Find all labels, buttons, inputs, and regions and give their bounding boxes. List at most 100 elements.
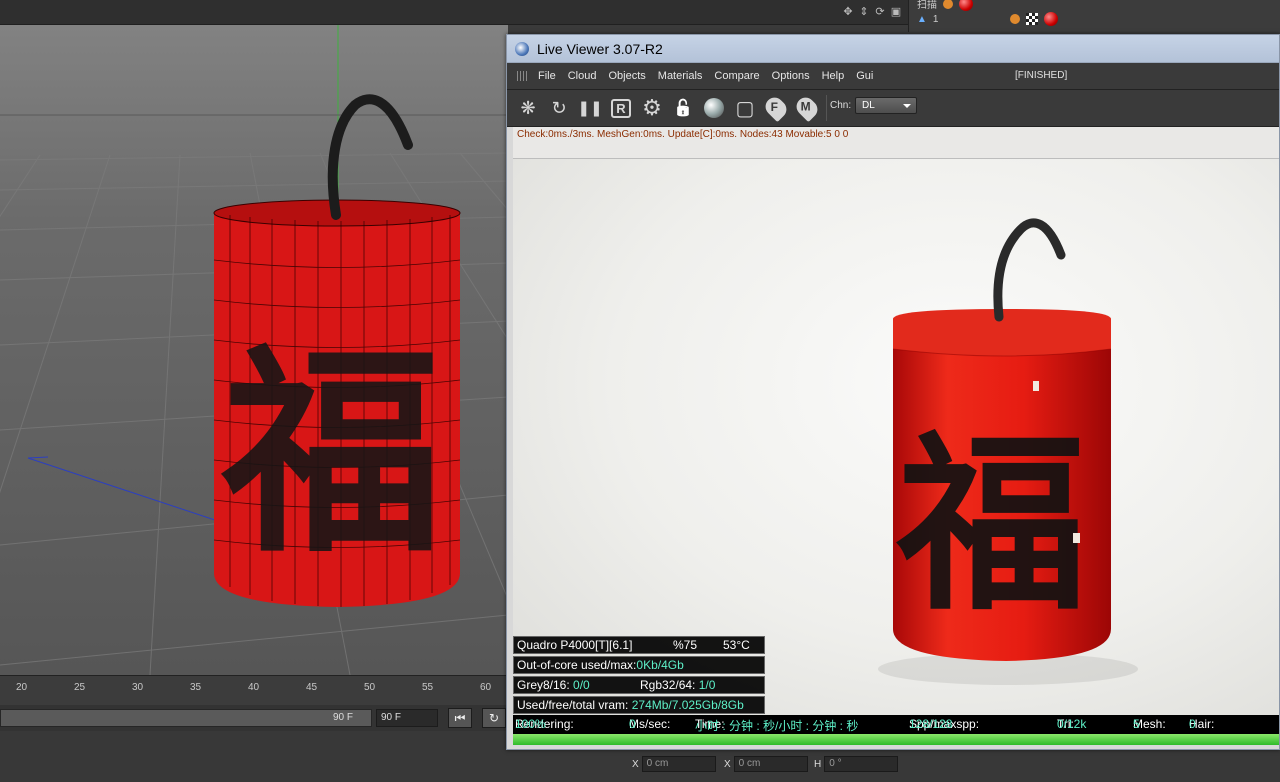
viewport-calligraphy: 福: [220, 323, 442, 582]
settings-gear-icon[interactable]: ⚙: [639, 95, 665, 121]
editor-viewport[interactable]: 福: [0, 25, 508, 675]
live-viewer-window: Live Viewer 3.07-R2 File Cloud Objects M…: [506, 34, 1280, 750]
timeline-tick: 50: [364, 682, 376, 693]
chevron-down-icon: [903, 104, 911, 108]
grey-value: 0/0: [573, 678, 590, 692]
ooc-value: 0Kb/4Gb: [636, 658, 684, 672]
material-tag-icon[interactable]: [1044, 12, 1059, 26]
tri-value: 0/12k: [1057, 717, 1087, 731]
material-picker-icon[interactable]: M: [792, 93, 822, 123]
menu-gui[interactable]: Gui: [856, 70, 873, 82]
loop-icon[interactable]: ↻: [482, 708, 506, 728]
frame-range-bar[interactable]: 90 F: [0, 709, 372, 727]
vram-value: 274Mb/7.025Gb/8Gb: [631, 698, 744, 712]
vram-row: Used/free/total vram: 274Mb/7.025Gb/8Gb: [513, 696, 765, 714]
pan-icon[interactable]: ⇕: [858, 6, 870, 18]
stats-info-line: Check:0ms./3ms. MeshGen:0ms. Update[C]:0…: [513, 127, 1279, 159]
grey-label: Grey8/16:: [517, 678, 574, 692]
render-statusbar: Rendering: 100% Ms/sec: 0 Time: 小时 : 分钟 …: [513, 715, 1279, 734]
z-axis-line: [27, 457, 231, 526]
render-status: [FINISHED]: [1015, 70, 1068, 81]
gpu-usage: %75: [673, 638, 698, 652]
send-scene-icon[interactable]: ❋: [515, 95, 541, 121]
render-view[interactable]: 福: [513, 159, 1279, 715]
timeline-ruler[interactable]: 20 25 30 35 40 45 50 55 60: [0, 675, 508, 705]
firecracker-model: 福: [213, 94, 461, 607]
texture-count-row: Grey8/16: 0/0 Rgb32/64: 1/0: [513, 676, 765, 694]
mesh-value: 5: [1133, 717, 1140, 731]
sphere-preview: [704, 98, 724, 118]
live-viewer-toolbar: ❋ ↻ ❚❚ R ⚙ 🔓 ▢ F M Chn: DL: [507, 90, 1279, 127]
out-of-core-row: Out-of-core used/max:0Kb/4Gb: [513, 656, 765, 674]
toolbar-separator: [826, 95, 827, 121]
object-row[interactable]: ▲ 1: [917, 12, 1059, 26]
object-row[interactable]: 扫描: [917, 0, 973, 11]
material-sphere-icon[interactable]: [701, 95, 727, 121]
timeline-tick: 20: [16, 682, 28, 693]
gpu-name: Quadro P4000[T][6.1]: [517, 638, 633, 652]
render-progress-fill: [513, 734, 1279, 745]
tag-icon: [943, 0, 953, 9]
maximize-view-icon[interactable]: ▣: [890, 6, 902, 18]
spp-value: 128/128: [909, 717, 953, 731]
frame-end-field[interactable]: 90 F: [376, 709, 438, 727]
object-manager: 扫描 ▲ 1: [908, 0, 1280, 32]
object-label: 1: [932, 13, 939, 25]
coord-input[interactable]: 0 cm: [641, 756, 716, 772]
coord-axis-label: X: [724, 758, 731, 770]
menu-items: File Cloud Objects Materials Compare Opt…: [538, 70, 873, 82]
fuse: [327, 94, 413, 220]
rotate-view-icon[interactable]: ⟳: [874, 6, 886, 18]
rendering-value: 100%: [515, 717, 546, 731]
live-viewer-titlebar[interactable]: Live Viewer 3.07-R2: [507, 35, 1279, 63]
stats-text: Check:0ms./3ms. MeshGen:0ms. Update[C]:0…: [517, 129, 849, 140]
pause-render-icon[interactable]: ❚❚: [577, 95, 603, 121]
coord-group: X 0 cm: [724, 756, 808, 772]
coord-input[interactable]: 0 °: [824, 756, 899, 772]
viewport-tools: ✥ ⇕ ⟳ ▣: [842, 6, 902, 18]
tag-icon: [1010, 14, 1021, 24]
checker-texture-tag-icon[interactable]: [1026, 13, 1039, 25]
coord-group: X 0 cm: [632, 756, 716, 772]
timeline-tick: 45: [306, 682, 318, 693]
lock-icon[interactable]: 🔓: [670, 95, 696, 121]
rgb-value: 1/0: [698, 678, 716, 692]
coord-input[interactable]: 0 cm: [733, 756, 808, 772]
render-calligraphy: 福: [896, 413, 1087, 636]
coord-axis-label: X: [632, 758, 639, 770]
menu-bar: File Cloud Objects Materials Compare Opt…: [507, 63, 1279, 90]
vram-label: Used/free/total vram:: [517, 698, 632, 712]
region-render-icon[interactable]: R: [608, 95, 634, 121]
menu-cloud[interactable]: Cloud: [568, 70, 597, 82]
menu-options[interactable]: Options: [772, 70, 810, 82]
rgb-label: Rgb32/64:: [640, 678, 699, 692]
channel-select[interactable]: DL: [855, 97, 917, 114]
ms-value: 0: [629, 717, 636, 731]
material-tag-icon[interactable]: [959, 0, 973, 11]
timeline-tick: 35: [190, 682, 202, 693]
rendered-firecracker: 福: [878, 218, 1138, 685]
render-progress-bar: [513, 734, 1279, 745]
menu-file[interactable]: File: [538, 70, 556, 82]
time-value: 小时 : 分钟 : 秒/小时 : 分钟 : 秒: [695, 719, 859, 733]
menu-grip-icon: [517, 71, 527, 81]
menu-objects[interactable]: Objects: [608, 70, 645, 82]
menu-compare[interactable]: Compare: [714, 70, 759, 82]
coord-axis-label: H: [814, 758, 822, 770]
viewport-scene: 福: [0, 25, 508, 675]
coord-group: H 0 °: [814, 756, 899, 772]
hair-value: 0: [1189, 717, 1196, 731]
menu-materials[interactable]: Materials: [658, 70, 703, 82]
playback-row: 90 F 90 F ⏮ ↻: [0, 705, 508, 731]
channel-value: DL: [862, 100, 875, 111]
menu-help[interactable]: Help: [822, 70, 845, 82]
gpu-overlay-row: Quadro P4000[T][6.1] %75 53°C: [513, 636, 765, 654]
focus-picker-icon[interactable]: F: [761, 93, 791, 123]
timeline-tick: 30: [132, 682, 144, 693]
move-view-icon[interactable]: ✥: [842, 6, 854, 18]
null-object-icon: ▲: [917, 13, 927, 25]
region-select-icon[interactable]: ▢: [732, 95, 758, 121]
channel-label: Chn:: [830, 100, 852, 111]
go-to-start-icon[interactable]: ⏮: [448, 708, 472, 728]
restart-render-icon[interactable]: ↻: [546, 95, 572, 121]
